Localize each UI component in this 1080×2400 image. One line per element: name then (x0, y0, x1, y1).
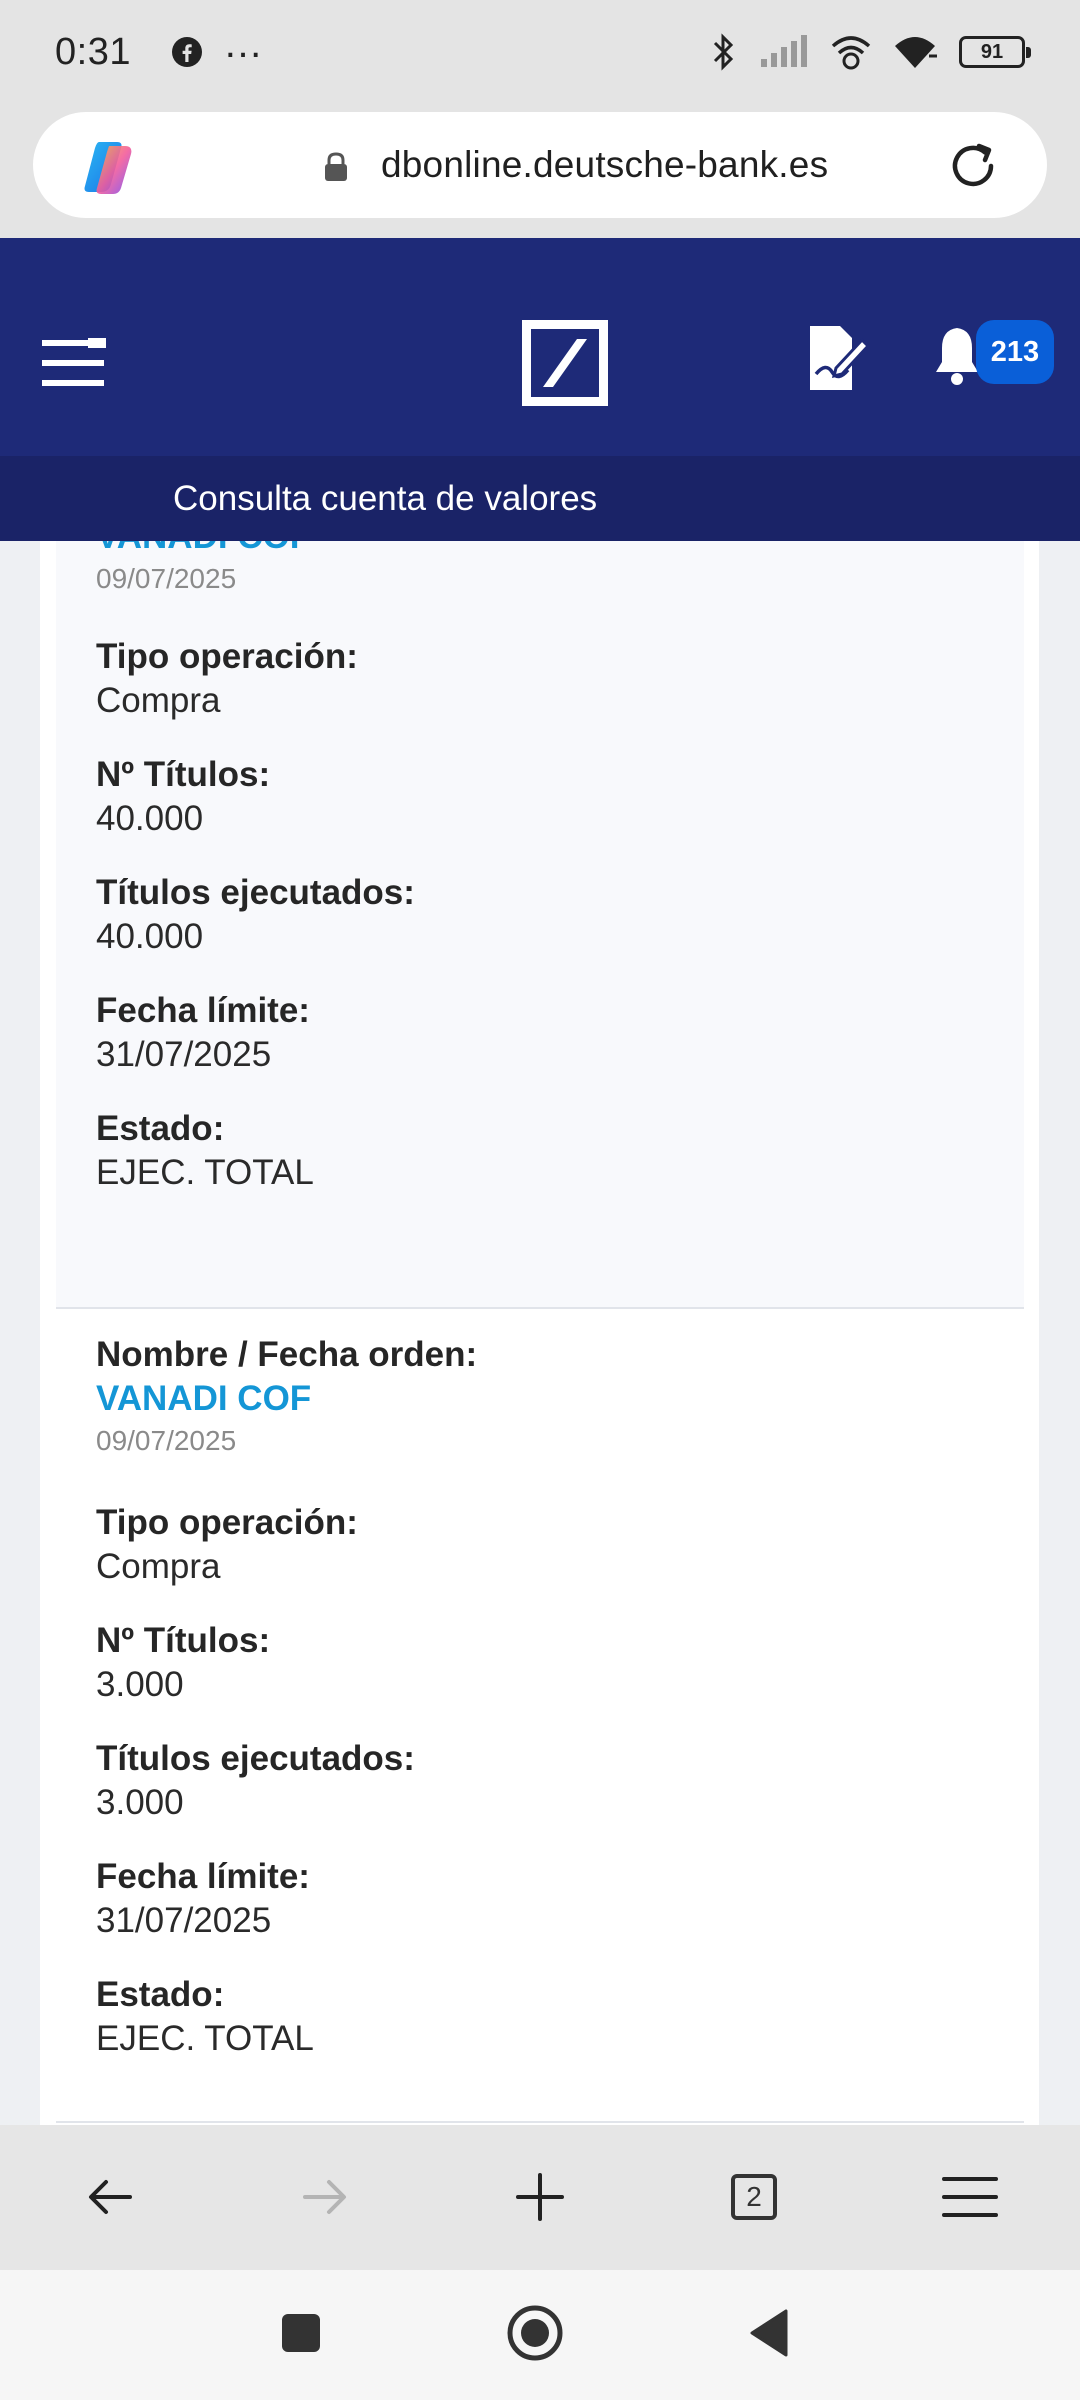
reload-icon[interactable] (945, 138, 1001, 194)
titulos-ejecutados-label: Títulos ejecutados: (96, 873, 415, 912)
tab-count: 2 (731, 2174, 777, 2220)
wifi-calling-icon (831, 36, 871, 70)
estado-field: Estado: EJEC. TOTAL (96, 1973, 314, 2061)
new-tab-button[interactable] (508, 2165, 572, 2229)
fecha-limite-field: Fecha límite: 31/07/2025 (96, 1855, 310, 1943)
back-triangle-icon[interactable] (748, 2308, 790, 2358)
fecha-limite-label: Fecha límite: (96, 991, 310, 1030)
recents-square-icon[interactable] (280, 2312, 322, 2354)
estado-label: Estado: (96, 1109, 225, 1148)
num-titulos-label: Nº Títulos: (96, 1621, 271, 1660)
status-time: 0:31 (55, 30, 131, 73)
hamburger-menu-icon[interactable] (42, 338, 106, 388)
plus-icon (516, 2173, 564, 2221)
estado-value: EJEC. TOTAL (96, 1153, 314, 1192)
forward-button[interactable] (293, 2165, 357, 2229)
order-name-link[interactable]: VANADI COF (96, 541, 311, 559)
tipo-operacion-label: Tipo operación: (96, 1503, 358, 1542)
menu-lines-icon (942, 2177, 998, 2217)
status-icons: 91 (709, 32, 1031, 72)
titulos-ejecutados-field: Títulos ejecutados: 40.000 (96, 871, 415, 959)
order-name-link[interactable]: VANADI COF (96, 1377, 477, 1421)
tipo-operacion-value: Compra (96, 681, 221, 720)
fecha-limite-value: 31/07/2025 (96, 1035, 272, 1074)
back-button[interactable] (78, 2165, 142, 2229)
bank-header: 213 (0, 238, 1080, 456)
status-bar: 0:31 … 91 (0, 0, 1080, 104)
logo-slash-icon (543, 339, 587, 387)
notifications-bell-icon[interactable] (932, 324, 982, 386)
order-name-field: VANADI COF 09/07/2025 (96, 541, 311, 599)
signal-icon (761, 35, 807, 67)
orders-list[interactable]: VANADI COF 09/07/2025 Tipo operación: Co… (0, 541, 1080, 2125)
titulos-ejecutados-field: Títulos ejecutados: 3.000 (96, 1737, 415, 1825)
tipo-operacion-field: Tipo operación: Compra (96, 1501, 358, 1589)
tipo-operacion-label: Tipo operación: (96, 637, 358, 676)
lock-icon (325, 152, 347, 181)
tipo-operacion-value: Compra (96, 1547, 221, 1586)
order-date: 09/07/2025 (96, 563, 237, 594)
arrow-right-icon (303, 2180, 346, 2214)
order-item: Nombre / Fecha orden: VANADI COF 09/07/2… (56, 1311, 1024, 2125)
screen: 0:31 … 91 dbonline.deutsche-bank.es 213 … (0, 0, 1080, 2400)
num-titulos-field: Nº Títulos: 3.000 (96, 1619, 270, 1707)
num-titulos-value: 3.000 (96, 1665, 184, 1704)
fecha-limite-value: 31/07/2025 (96, 1901, 272, 1940)
notification-count-badge[interactable]: 213 (976, 320, 1054, 384)
order-name-field: Nombre / Fecha orden: VANADI COF 09/07/2… (96, 1333, 477, 1461)
titulos-ejecutados-value: 40.000 (96, 917, 204, 956)
deutsche-bank-logo[interactable] (522, 320, 608, 406)
wifi-icon (895, 37, 937, 68)
url-text[interactable]: dbonline.deutsche-bank.es (381, 112, 828, 218)
page-title: Consulta cuenta de valores (0, 456, 1080, 541)
battery-level: 91 (980, 40, 1004, 63)
browser-toolbar: 2 (0, 2125, 1080, 2270)
num-titulos-label: Nº Títulos: (96, 755, 271, 794)
sign-document-icon[interactable] (806, 322, 870, 394)
order-item: VANADI COF 09/07/2025 Tipo operación: Co… (56, 541, 1024, 1309)
num-titulos-field: Nº Títulos: 40.000 (96, 753, 270, 841)
more-dots-icon: … (222, 22, 263, 66)
browser-menu-button[interactable] (938, 2165, 1002, 2229)
order-date: 09/07/2025 (96, 1425, 237, 1456)
bluetooth-icon (713, 33, 734, 71)
battery-indicator: 91 (959, 36, 1031, 68)
order-divider (56, 2121, 1024, 2123)
fecha-limite-field: Fecha límite: 31/07/2025 (96, 989, 310, 1077)
tabs-button[interactable]: 2 (722, 2165, 786, 2229)
nombre-fecha-label: Nombre / Fecha orden: (96, 1335, 478, 1374)
estado-field: Estado: EJEC. TOTAL (96, 1107, 314, 1195)
estado-value: EJEC. TOTAL (96, 2019, 314, 2058)
system-nav-bar (0, 2270, 1080, 2400)
estado-label: Estado: (96, 1975, 225, 2014)
titulos-ejecutados-value: 3.000 (96, 1783, 184, 1822)
address-bar[interactable]: dbonline.deutsche-bank.es (33, 112, 1047, 218)
home-circle-icon[interactable] (506, 2304, 564, 2362)
tipo-operacion-field: Tipo operación: Compra (96, 635, 358, 723)
fecha-limite-label: Fecha límite: (96, 1857, 310, 1896)
arrow-left-icon (89, 2180, 132, 2214)
copilot-icon[interactable] (79, 138, 141, 196)
browser-url-area: dbonline.deutsche-bank.es (0, 104, 1080, 238)
titulos-ejecutados-label: Títulos ejecutados: (96, 1739, 415, 1778)
num-titulos-value: 40.000 (96, 799, 204, 838)
facebook-icon (171, 37, 202, 67)
